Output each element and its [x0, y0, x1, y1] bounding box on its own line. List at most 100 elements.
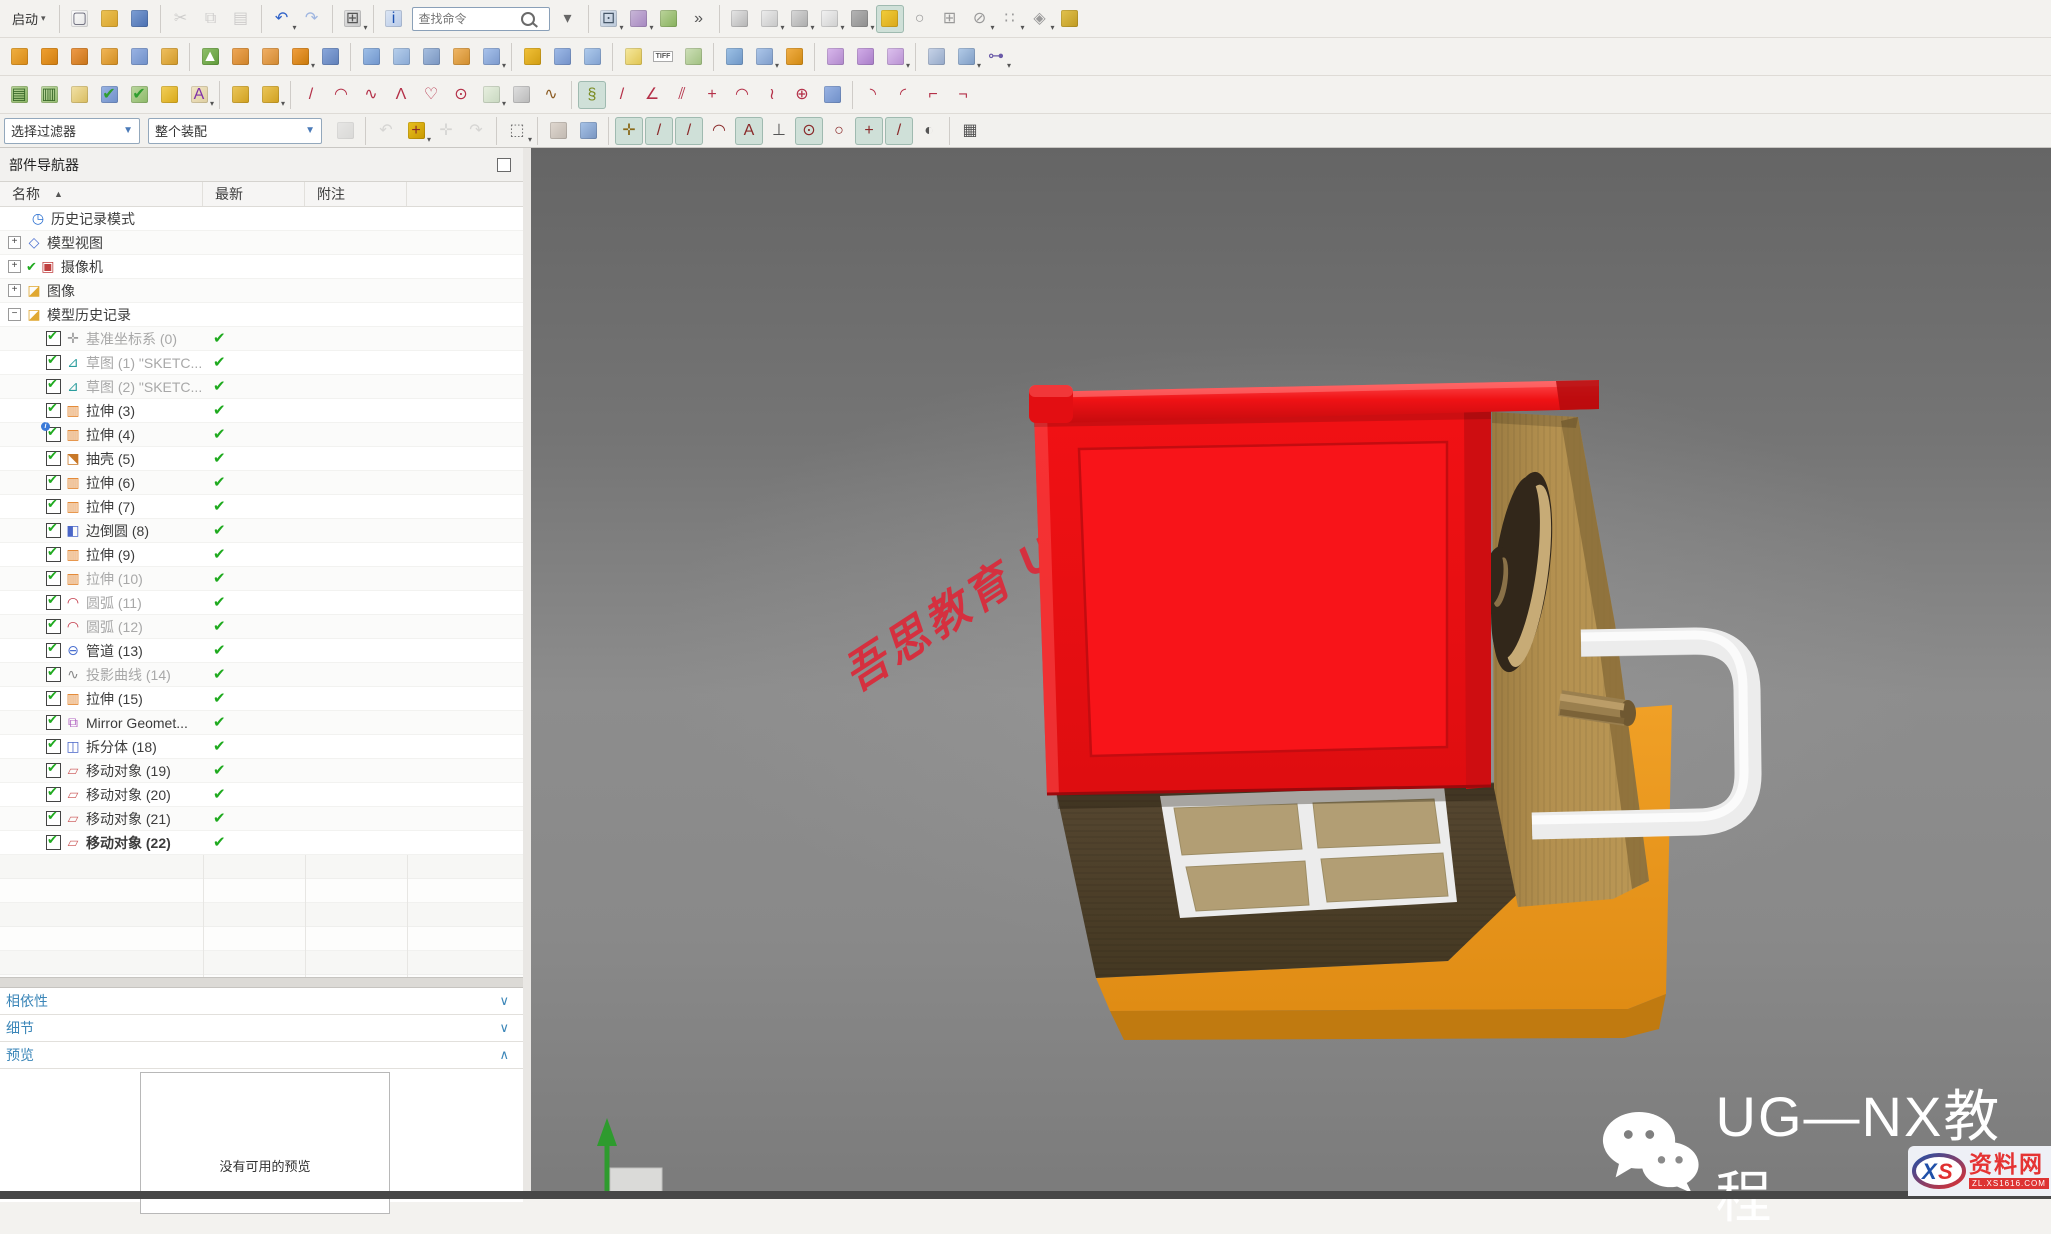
hole-icon[interactable]	[65, 43, 93, 71]
corner1-icon[interactable]: ◝	[859, 81, 887, 109]
view-orient-icon[interactable]: ⊞▾	[339, 5, 367, 33]
tree-item-extrude[interactable]: ✔i▥拉伸 (4)✔	[0, 423, 523, 447]
trim-icon[interactable]: ▾	[477, 43, 505, 71]
search-options-icon[interactable]: ▾	[554, 5, 582, 33]
snap-inter-icon[interactable]: +	[855, 117, 883, 145]
feature-checkbox[interactable]: ✔	[46, 739, 61, 754]
render-tools-icon[interactable]: ▾	[625, 5, 653, 33]
snap-tangent-icon[interactable]: /	[885, 117, 913, 145]
next-sel-icon[interactable]: ↷	[462, 117, 490, 145]
snap-point-icon[interactable]: ✛	[615, 117, 643, 145]
column-latest[interactable]: 最新	[203, 182, 305, 206]
tree-item-tube[interactable]: ✔⊖管道 (13)✔	[0, 639, 523, 663]
tree-item-extrude[interactable]: ✔▥拉伸 (7)✔	[0, 495, 523, 519]
chamfer-icon[interactable]	[548, 43, 576, 71]
pattern-icon[interactable]	[226, 43, 254, 71]
tree-item-extrude[interactable]: ✔▥拉伸 (15)✔	[0, 687, 523, 711]
key-icon[interactable]	[1056, 5, 1084, 33]
tree-item-folder[interactable]: +◪图像	[0, 279, 523, 303]
note-icon[interactable]	[65, 81, 93, 109]
feature-checkbox[interactable]: ✔	[46, 715, 61, 730]
snap-quad-icon[interactable]: ○	[825, 117, 853, 145]
dcircuit-icon[interactable]: ⊕	[788, 81, 816, 109]
feature-checkbox[interactable]: ✔	[46, 403, 61, 418]
tree-item-split[interactable]: ✔◫拆分体 (18)✔	[0, 735, 523, 759]
tree-item-extrude[interactable]: ✔▥拉伸 (10)✔	[0, 567, 523, 591]
blend-icon[interactable]	[518, 43, 546, 71]
tree-item-csys[interactable]: ✔✛基准坐标系 (0)✔	[0, 327, 523, 351]
layers-icon[interactable]: ▤	[5, 81, 33, 109]
snap-face-icon[interactable]: ◐	[915, 117, 943, 145]
boss-icon[interactable]	[95, 43, 123, 71]
analysis-icon[interactable]: ▾	[952, 43, 980, 71]
emboss-icon[interactable]	[447, 43, 475, 71]
line-icon[interactable]: /	[297, 81, 325, 109]
grid-icon[interactable]: ⊞	[936, 5, 964, 33]
prev-sel-icon[interactable]: ↶	[372, 117, 400, 145]
undo-icon[interactable]: ↶▾	[268, 5, 296, 33]
snap-center-icon[interactable]: ⊙	[795, 117, 823, 145]
dependencies-section-header[interactable]: 相依性∨	[0, 988, 523, 1015]
cut-icon[interactable]: ✂	[167, 5, 195, 33]
tree-item-sketch[interactable]: ✔⊿草图 (2) "SKETC...✔	[0, 375, 523, 399]
tree-item-move[interactable]: ✔▱移动对象 (19)✔	[0, 759, 523, 783]
draft-icon[interactable]	[578, 43, 606, 71]
earth-icon[interactable]	[655, 5, 683, 33]
feature-checkbox[interactable]: ✔	[46, 643, 61, 658]
feature-checkbox[interactable]: ✔	[46, 547, 61, 562]
overflow-icon[interactable]: »	[685, 5, 713, 33]
feature-checkbox[interactable]: ✔	[46, 787, 61, 802]
tree-item-extrude[interactable]: ✔▥拉伸 (3)✔	[0, 399, 523, 423]
snap-mid-icon[interactable]: /	[675, 117, 703, 145]
tree-item-clock[interactable]: ◷历史记录模式	[0, 207, 523, 231]
tree-item-move[interactable]: ✔▱移动对象 (22)✔	[0, 831, 523, 855]
corner4-icon[interactable]: ¬	[949, 81, 977, 109]
dparallel-icon[interactable]: ⫽	[668, 81, 696, 109]
fit-window-icon[interactable]: ⊡▾	[595, 5, 623, 33]
feature-checkbox[interactable]: ✔	[46, 691, 61, 706]
datum-icon[interactable]	[5, 43, 33, 71]
snap-pole-icon[interactable]: ⊥	[765, 117, 793, 145]
feature-checkbox[interactable]: ✔	[46, 355, 61, 370]
copy-icon[interactable]: ⧉	[197, 5, 225, 33]
tree-item-blend[interactable]: ✔◧边倒圆 (8)✔	[0, 519, 523, 543]
assembly-icon[interactable]	[331, 117, 359, 145]
subtract-icon[interactable]	[316, 43, 344, 71]
tree-item-shell[interactable]: ✔⬔抽壳 (5)✔	[0, 447, 523, 471]
person-icon[interactable]: ○	[906, 5, 934, 33]
float-panel-icon[interactable]	[497, 158, 511, 172]
details-section-header[interactable]: 细节∨	[0, 1015, 523, 1042]
snapshot-icon[interactable]	[679, 43, 707, 71]
collapse-icon[interactable]: −	[8, 308, 21, 321]
grid-cube-icon[interactable]	[818, 81, 846, 109]
expand-icon[interactable]: +	[8, 236, 21, 249]
true-shading-icon[interactable]	[876, 5, 904, 33]
abc-icon[interactable]: A▾	[185, 81, 213, 109]
spring-icon[interactable]: ∿	[537, 81, 565, 109]
studio-spline-icon[interactable]: Λ	[387, 81, 415, 109]
rect-select-icon[interactable]: ⬚▾	[503, 117, 531, 145]
arc-icon[interactable]: ◠	[327, 81, 355, 109]
expand-icon[interactable]: +	[8, 260, 21, 273]
info-icon[interactable]: i	[380, 5, 408, 33]
feature-checkbox[interactable]: ✔	[46, 571, 61, 586]
corner3-icon[interactable]: ⌐	[919, 81, 947, 109]
measure-icon[interactable]: ⊶▾	[982, 43, 1010, 71]
expand-icon[interactable]: +	[8, 284, 21, 297]
tree-item-projcurve[interactable]: ✔∿投影曲线 (14)✔	[0, 663, 523, 687]
heart-curve-icon[interactable]: ♡	[417, 81, 445, 109]
cube-view-icon[interactable]: ◈▾	[1026, 5, 1054, 33]
feature-checkbox[interactable]: ✔	[46, 619, 61, 634]
tree-item-mirror[interactable]: ✔⧉Mirror Geomet...✔	[0, 711, 523, 735]
dcross-icon[interactable]: +	[698, 81, 726, 109]
feature-checkbox[interactable]: ✔	[46, 595, 61, 610]
tree-item-move[interactable]: ✔▱移动对象 (21)✔	[0, 807, 523, 831]
preview-section-header[interactable]: 预览∧	[0, 1042, 523, 1069]
checker-icon[interactable]	[507, 81, 535, 109]
curve-mesh-icon[interactable]: ⊙	[447, 81, 475, 109]
boot-icon[interactable]: ✔	[125, 81, 153, 109]
tree-item-extrude[interactable]: ✔▥拉伸 (6)✔	[0, 471, 523, 495]
tree-item-move[interactable]: ✔▱移动对象 (20)✔	[0, 783, 523, 807]
snap-curve-icon[interactable]: ◠	[705, 117, 733, 145]
save-icon[interactable]	[126, 5, 154, 33]
